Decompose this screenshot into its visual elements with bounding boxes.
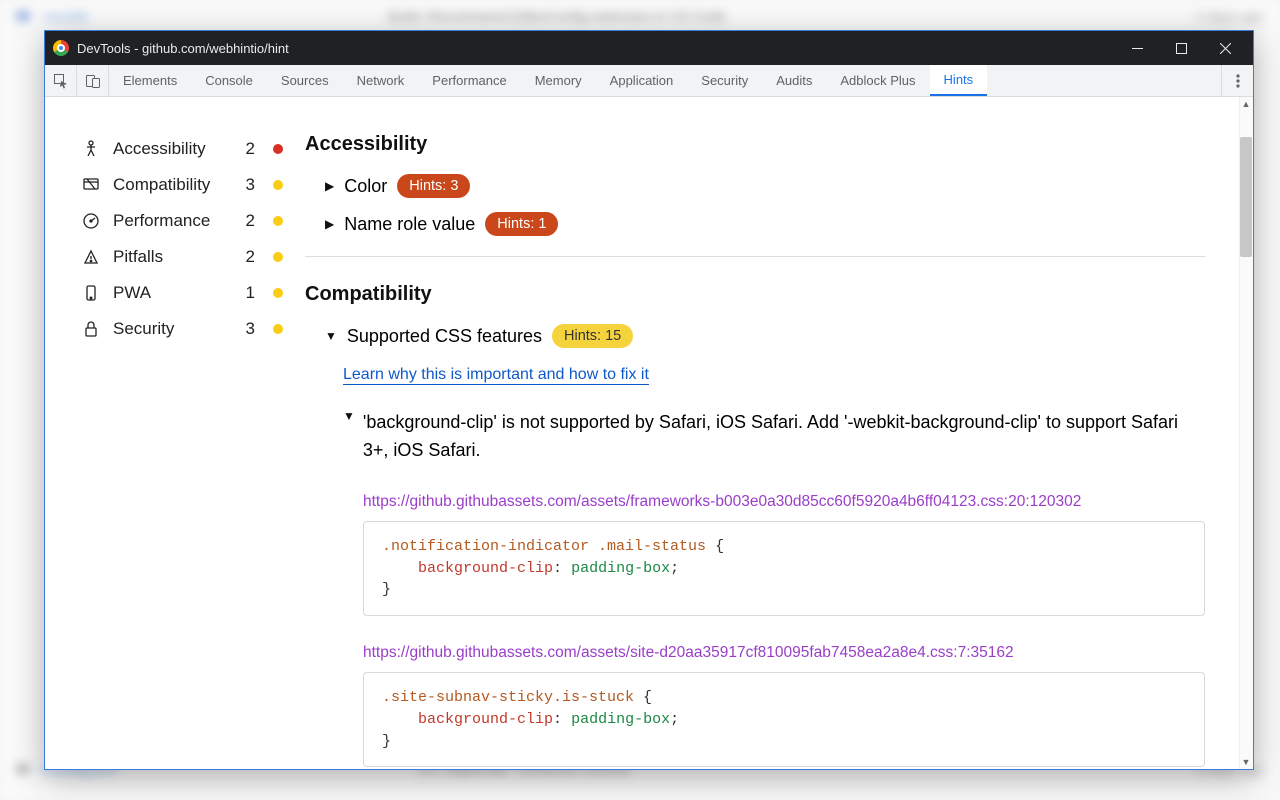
sidebar-item-count: 2 [246, 247, 255, 267]
status-dot-icon [273, 144, 283, 154]
tab-audits[interactable]: Audits [762, 65, 826, 96]
disclosure-triangle-icon[interactable]: ▼ [325, 329, 337, 343]
more-menu-icon[interactable] [1221, 65, 1253, 96]
sidebar-item-compatibility[interactable]: Compatibility 3 [81, 171, 283, 199]
security-icon [81, 320, 101, 338]
tab-application[interactable]: Application [596, 65, 688, 96]
scroll-up-icon[interactable]: ▲ [1239, 97, 1253, 111]
device-toolbar-icon[interactable] [77, 65, 109, 96]
tab-memory[interactable]: Memory [521, 65, 596, 96]
status-dot-icon [273, 324, 283, 334]
hint-name-role-value[interactable]: ▶ Name role value Hints: 1 [325, 212, 1205, 236]
sidebar-item-pwa[interactable]: PWA 1 [81, 279, 283, 307]
sidebar-item-label: Compatibility [113, 175, 234, 195]
sidebar-item-count: 3 [246, 319, 255, 339]
section-title-accessibility: Accessibility [305, 133, 1205, 156]
sidebar-item-security[interactable]: Security 3 [81, 315, 283, 343]
sidebar-item-performance[interactable]: Performance 2 [81, 207, 283, 235]
sidebar-item-count: 3 [246, 175, 255, 195]
tab-sources[interactable]: Sources [267, 65, 343, 96]
disclosure-triangle-icon[interactable]: ▶ [325, 179, 334, 193]
sidebar-item-count: 1 [246, 283, 255, 303]
status-dot-icon [273, 252, 283, 262]
sidebar-item-label: Security [113, 319, 234, 339]
tab-adblock-plus[interactable]: Adblock Plus [826, 65, 929, 96]
tab-performance[interactable]: Performance [418, 65, 520, 96]
hint-count-pill: Hints: 1 [485, 212, 558, 236]
pwa-icon [81, 284, 101, 302]
hints-main: Accessibility ▶ Color Hints: 3▶ Name rol… [293, 97, 1253, 769]
minimize-button[interactable] [1115, 31, 1159, 65]
category-sidebar: Accessibility 2 Compatibility 3 Performa… [45, 97, 293, 769]
tab-security[interactable]: Security [687, 65, 762, 96]
titlebar[interactable]: DevTools - github.com/webhintio/hint [45, 31, 1253, 65]
section-title-compatibility: Compatibility [305, 283, 1205, 306]
compatibility-icon [81, 176, 101, 194]
status-dot-icon [273, 216, 283, 226]
sidebar-item-label: Performance [113, 211, 234, 231]
sidebar-item-count: 2 [246, 139, 255, 159]
maximize-button[interactable] [1159, 31, 1203, 65]
code-snippet: .site-subnav-sticky.is-stuck { backgroun… [363, 672, 1205, 767]
window-title: DevTools - github.com/webhintio/hint [77, 41, 1115, 56]
accessibility-icon [81, 140, 101, 158]
code-snippet: .notification-indicator .mail-status { b… [363, 521, 1205, 616]
disclosure-triangle-icon[interactable]: ▼ [343, 409, 355, 465]
source-link[interactable]: https://github.githubassets.com/assets/f… [363, 493, 1205, 511]
devtools-tabbar: ElementsConsoleSourcesNetworkPerformance… [45, 65, 1253, 97]
source-link[interactable]: https://github.githubassets.com/assets/s… [363, 644, 1205, 662]
section-divider [305, 256, 1205, 257]
hint-count-pill: Hints: 3 [397, 174, 470, 198]
tab-console[interactable]: Console [191, 65, 267, 96]
disclosure-triangle-icon[interactable]: ▶ [325, 217, 334, 231]
learn-more-link[interactable]: Learn why this is important and how to f… [343, 366, 649, 385]
sidebar-item-count: 2 [246, 211, 255, 231]
pitfalls-icon [81, 248, 101, 266]
hint-count-pill: Hints: 15 [552, 324, 633, 348]
close-button[interactable] [1203, 31, 1247, 65]
devtools-window: DevTools - github.com/webhintio/hint Ele… [44, 30, 1254, 770]
scroll-down-icon[interactable]: ▼ [1239, 755, 1253, 769]
status-dot-icon [273, 180, 283, 190]
tab-network[interactable]: Network [343, 65, 419, 96]
scrollbar-thumb[interactable] [1240, 137, 1252, 257]
chrome-icon [53, 40, 69, 56]
hint-color[interactable]: ▶ Color Hints: 3 [325, 174, 1205, 198]
sidebar-item-label: Pitfalls [113, 247, 234, 267]
tab-elements[interactable]: Elements [109, 65, 191, 96]
hint-detail-text: 'background-clip' is not supported by Sa… [363, 409, 1205, 465]
inspect-element-icon[interactable] [45, 65, 77, 96]
hint-supported-css[interactable]: ▼ Supported CSS features Hints: 15 [325, 324, 1205, 348]
sidebar-item-accessibility[interactable]: Accessibility 2 [81, 135, 283, 163]
performance-icon [81, 212, 101, 230]
sidebar-item-pitfalls[interactable]: Pitfalls 2 [81, 243, 283, 271]
hint-label: Name role value [344, 214, 475, 235]
sidebar-item-label: PWA [113, 283, 234, 303]
status-dot-icon [273, 288, 283, 298]
sidebar-item-label: Accessibility [113, 139, 234, 159]
hints-panel: ▲ ▼ Accessibility 2 Compatibility 3 Perf… [45, 97, 1253, 769]
hint-label: Supported CSS features [347, 326, 542, 347]
hint-detail[interactable]: ▼ 'background-clip' is not supported by … [343, 409, 1205, 465]
tab-hints[interactable]: Hints [930, 65, 988, 96]
hint-label: Color [344, 176, 387, 197]
